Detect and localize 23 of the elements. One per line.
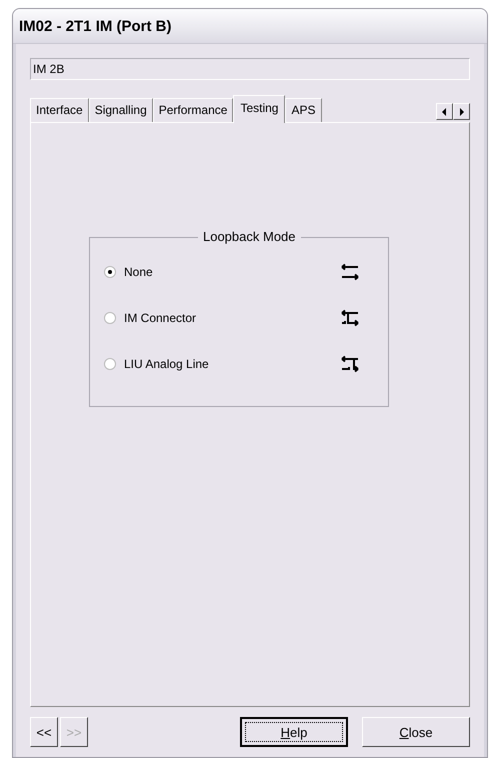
group-title: Loopback Mode — [198, 229, 300, 244]
tab[interactable]: Interface — [30, 98, 89, 122]
radio-button[interactable] — [104, 358, 116, 370]
tab[interactable]: Testing — [233, 95, 286, 123]
scroll-right-button[interactable] — [453, 103, 470, 120]
window-title: IM02 - 2T1 IM (Port B) — [19, 18, 172, 34]
radio-label[interactable]: IM Connector — [124, 311, 196, 325]
radio-label[interactable]: LIU Analog Line — [124, 357, 209, 371]
loopback-arrows-icon — [340, 355, 360, 373]
loopback-arrows-icon — [340, 309, 360, 327]
radio-button[interactable] — [104, 312, 116, 324]
scroll-left-button[interactable] — [436, 103, 453, 120]
radio-button[interactable] — [104, 266, 116, 278]
radio-label[interactable]: None — [124, 265, 153, 279]
nav-button[interactable]: << — [30, 717, 58, 747]
tab[interactable]: Signalling — [88, 98, 153, 122]
left-arrow-icon — [442, 108, 447, 116]
name-field[interactable]: IM 2B — [30, 58, 470, 80]
dialog-button[interactable]: Close — [362, 717, 470, 747]
right-arrow-icon — [459, 108, 464, 116]
loopback-arrows-icon — [340, 263, 360, 281]
tab[interactable]: APS — [285, 98, 322, 122]
dialog-button[interactable]: Help — [240, 717, 348, 747]
